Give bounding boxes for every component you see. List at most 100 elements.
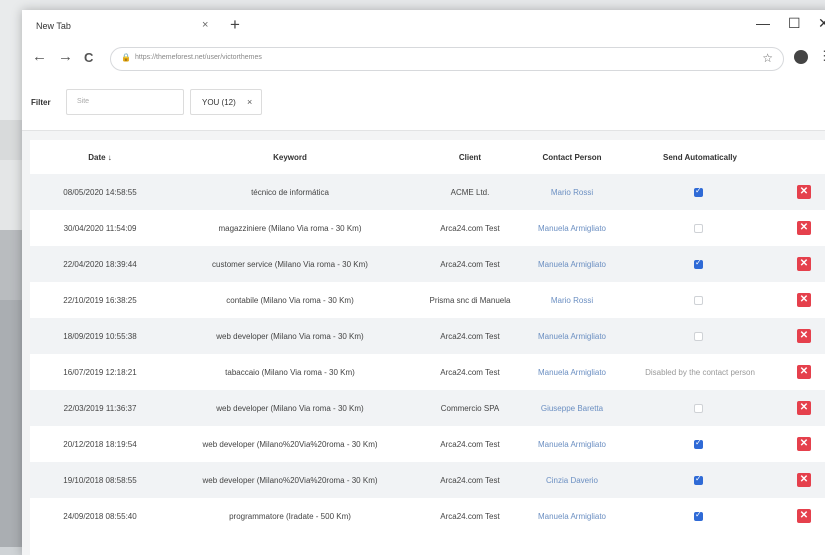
keyword-cell: técnico de informática bbox=[251, 188, 329, 197]
browser-window: New Tab × + — ☐ ✕ ← → C 🔒 https://themef… bbox=[22, 10, 825, 555]
minimize-button[interactable]: — bbox=[756, 15, 770, 31]
tab-close-icon[interactable]: × bbox=[202, 19, 208, 31]
table-row: 22/03/2019 11:36:37 web developer (Milano… bbox=[30, 390, 825, 426]
date-cell: 22/04/2020 18:39:44 bbox=[63, 260, 137, 269]
delete-button[interactable]: ✕ bbox=[797, 185, 811, 199]
client-cell: ACME Ltd. bbox=[450, 188, 490, 197]
keyword-cell: contabile (Milano Via roma - 30 Km) bbox=[226, 296, 354, 305]
contact-person-link[interactable]: Manuela Armigliato bbox=[522, 440, 622, 449]
contact-person-link[interactable]: Manuela Armigliato bbox=[522, 512, 622, 521]
send-automatically-checkbox[interactable] bbox=[694, 258, 703, 269]
delete-button[interactable]: ✕ bbox=[797, 329, 811, 343]
tab-new-tab[interactable]: New Tab × bbox=[22, 10, 212, 44]
send-automatically-checkbox[interactable] bbox=[694, 510, 703, 521]
client-cell: Arca24.com Test bbox=[440, 440, 500, 449]
filter-label: Filter bbox=[31, 98, 51, 107]
delete-button[interactable]: ✕ bbox=[797, 473, 811, 487]
site-filter-placeholder: Site bbox=[77, 98, 90, 105]
lock-icon: 🔒 bbox=[121, 53, 131, 62]
filter-chip-label: YOU (12) bbox=[202, 98, 236, 107]
delete-button[interactable]: ✕ bbox=[797, 401, 811, 415]
header-send-automatically: Send Automatically bbox=[663, 153, 737, 162]
contact-person-link[interactable]: Giuseppe Baretta bbox=[522, 404, 622, 413]
date-cell: 24/09/2018 08:55:40 bbox=[63, 512, 137, 521]
contact-person-link[interactable]: Manuela Armigliato bbox=[522, 260, 622, 269]
send-automatically-checkbox[interactable] bbox=[694, 186, 703, 197]
contact-person-link[interactable]: Cinzia Daverio bbox=[522, 476, 622, 485]
keyword-cell: web developer (Milano%20Via%20roma - 30 … bbox=[202, 476, 378, 485]
keyword-cell: programmatore (Iradate - 500 Km) bbox=[229, 512, 351, 521]
table-header: Date ↓ Keyword Client Contact Person Sen… bbox=[30, 140, 825, 175]
keyword-cell: web developer (Milano%20Via%20roma - 30 … bbox=[202, 440, 378, 449]
table-row: 30/04/2020 11:54:09 magazziniere (Milano … bbox=[30, 210, 825, 246]
contact-person-link[interactable]: Manuela Armigliato bbox=[522, 368, 622, 377]
send-automatically-checkbox[interactable] bbox=[694, 296, 703, 305]
header-date[interactable]: Date ↓ bbox=[50, 153, 150, 162]
browser-menu-icon[interactable]: ⋮ bbox=[818, 48, 825, 64]
filter-bar: Filter Site YOU (12) × bbox=[22, 76, 825, 131]
reload-button[interactable]: C bbox=[84, 50, 93, 65]
keyword-cell: tabaccaio (Milano Via roma - 30 Km) bbox=[225, 368, 355, 377]
client-cell: Prisma snc di Manuela bbox=[429, 296, 511, 305]
table-row: 18/09/2019 10:55:38 web developer (Milano… bbox=[30, 318, 825, 354]
keyword-cell: web developer (Milano Via roma - 30 Km) bbox=[216, 404, 364, 413]
send-automatically-checkbox[interactable] bbox=[694, 332, 703, 341]
back-button[interactable]: ← bbox=[32, 48, 47, 65]
maximize-button[interactable]: ☐ bbox=[788, 15, 801, 32]
date-cell: 19/10/2018 08:58:55 bbox=[63, 476, 137, 485]
delete-button[interactable]: ✕ bbox=[797, 221, 811, 235]
keyword-cell: customer service (Milano Via roma - 30 K… bbox=[212, 260, 368, 269]
header-client: Client bbox=[458, 153, 482, 162]
keyword-cell: web developer (Milano Via roma - 30 Km) bbox=[216, 332, 364, 341]
alerts-table: Date ↓ Keyword Client Contact Person Sen… bbox=[30, 140, 825, 555]
table-row: 19/10/2018 08:58:55 web developer (Milano… bbox=[30, 462, 825, 498]
client-cell: Arca24.com Test bbox=[440, 260, 500, 269]
table-row: 08/05/2020 14:58:55 técnico de informátic… bbox=[30, 174, 825, 210]
client-cell: Commercio SPA bbox=[440, 404, 500, 413]
forward-button[interactable]: → bbox=[58, 48, 73, 65]
table-row: 20/12/2018 18:19:54 web developer (Milano… bbox=[30, 426, 825, 462]
new-tab-button[interactable]: + bbox=[230, 15, 240, 35]
date-cell: 16/07/2019 12:18:21 bbox=[63, 368, 137, 377]
client-cell: Arca24.com Test bbox=[440, 332, 500, 341]
delete-button[interactable]: ✕ bbox=[797, 509, 811, 523]
delete-button[interactable]: ✕ bbox=[797, 365, 811, 379]
date-cell: 20/12/2018 18:19:54 bbox=[63, 440, 137, 449]
client-cell: Arca24.com Test bbox=[440, 368, 500, 377]
client-cell: Arca24.com Test bbox=[440, 224, 500, 233]
tab-bar: New Tab × + — ☐ ✕ bbox=[22, 10, 825, 44]
filter-chip-remove-icon[interactable]: × bbox=[247, 97, 252, 107]
table-row: 22/04/2020 18:39:44 customer service (Mil… bbox=[30, 246, 825, 282]
filter-chip-you[interactable]: YOU (12) × bbox=[190, 89, 262, 115]
close-window-button[interactable]: ✕ bbox=[818, 15, 825, 32]
send-automatically-checkbox[interactable] bbox=[694, 474, 703, 485]
keyword-cell: magazziniere (Milano Via roma - 30 Km) bbox=[218, 224, 362, 233]
date-cell: 30/04/2020 11:54:09 bbox=[63, 224, 137, 233]
contact-person-link[interactable]: Manuela Armigliato bbox=[522, 224, 622, 233]
send-automatically-checkbox[interactable] bbox=[694, 224, 703, 233]
tab-title: New Tab bbox=[36, 21, 71, 31]
contact-person-link[interactable]: Mario Rossi bbox=[522, 296, 622, 305]
page-content: Filter Site YOU (12) × Date ↓ Keyword Cl… bbox=[22, 76, 825, 555]
send-disabled-note: Disabled by the contact person bbox=[645, 368, 755, 377]
table-row: 24/09/2018 08:55:40 programmatore (Iradat… bbox=[30, 498, 825, 534]
contact-person-link[interactable]: Mario Rossi bbox=[522, 188, 622, 197]
url-text[interactable]: https://themeforest.net/user/victortheme… bbox=[135, 54, 262, 61]
date-cell: 08/05/2020 14:58:55 bbox=[63, 188, 137, 197]
profile-avatar[interactable] bbox=[794, 50, 808, 64]
contact-person-link[interactable]: Manuela Armigliato bbox=[522, 332, 622, 341]
delete-button[interactable]: ✕ bbox=[797, 437, 811, 451]
send-automatically-checkbox[interactable] bbox=[694, 404, 703, 413]
bookmark-star-icon[interactable]: ☆ bbox=[762, 51, 773, 65]
delete-button[interactable]: ✕ bbox=[797, 257, 811, 271]
date-cell: 22/03/2019 11:36:37 bbox=[63, 404, 137, 413]
date-cell: 18/09/2019 10:55:38 bbox=[63, 332, 137, 341]
send-automatically-checkbox[interactable] bbox=[694, 438, 703, 449]
header-contact-person: Contact Person bbox=[542, 153, 602, 162]
site-filter-input[interactable]: Site bbox=[66, 89, 184, 115]
client-cell: Arca24.com Test bbox=[440, 476, 500, 485]
omnibox[interactable]: 🔒 https://themeforest.net/user/victorthe… bbox=[110, 47, 784, 71]
delete-button[interactable]: ✕ bbox=[797, 293, 811, 307]
header-keyword: Keyword bbox=[273, 153, 307, 162]
date-cell: 22/10/2019 16:38:25 bbox=[63, 296, 137, 305]
